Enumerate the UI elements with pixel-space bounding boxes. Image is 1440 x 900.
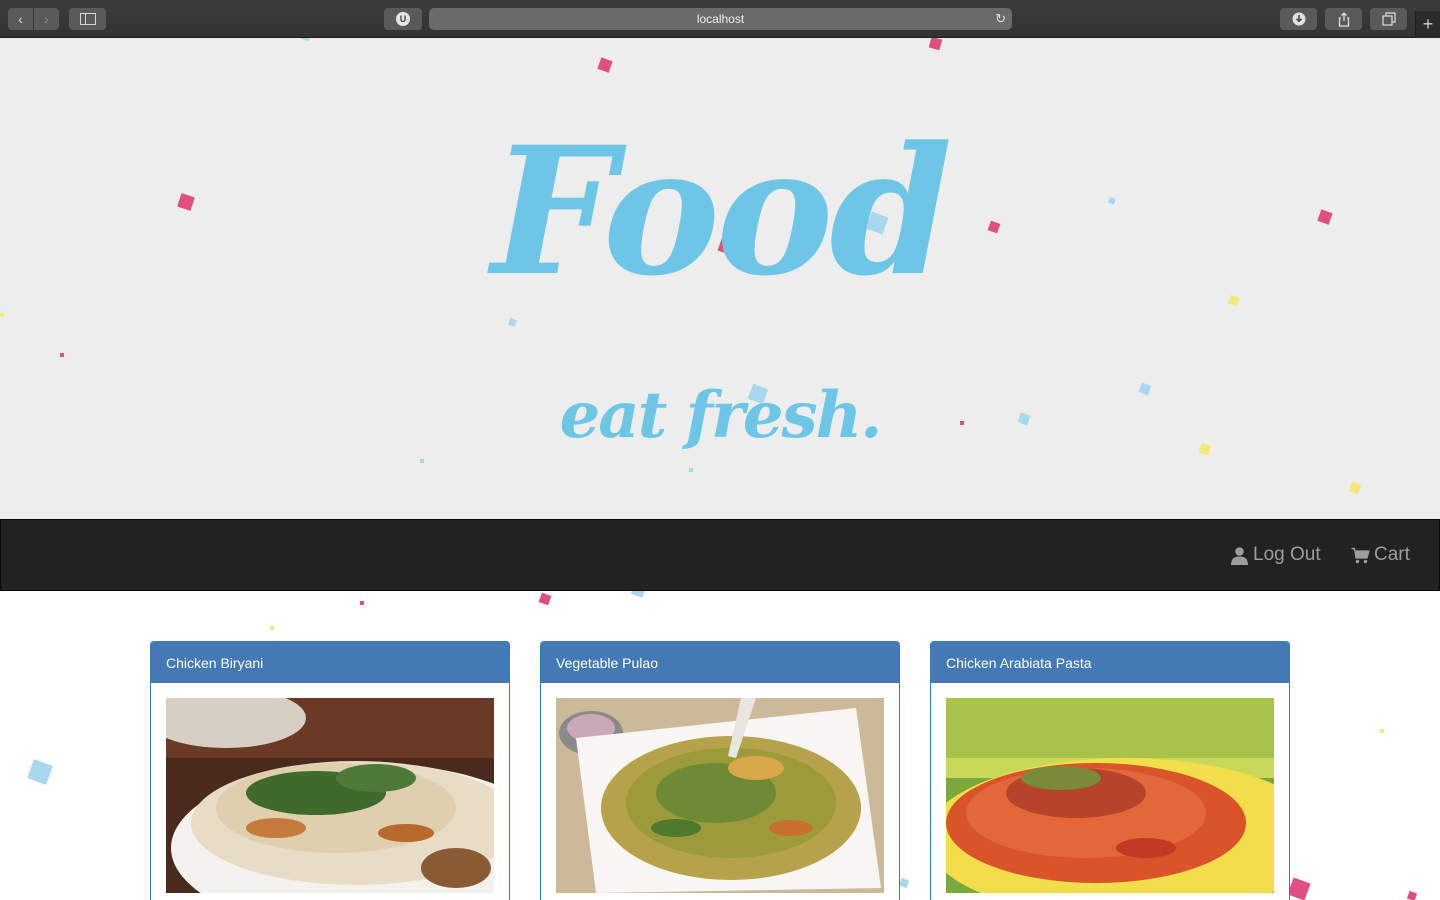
confetti-piece <box>360 601 364 605</box>
url-text: localhost <box>696 12 745 26</box>
confetti-piece <box>27 759 53 785</box>
product-card[interactable]: Chicken Arabiata Pasta <box>930 641 1290 900</box>
hero-title: Food <box>491 108 952 315</box>
plus-icon: + <box>1422 14 1434 34</box>
confetti-piece <box>597 57 613 73</box>
confetti-piece <box>928 38 943 51</box>
extension-badge: U <box>396 12 410 26</box>
product-name: Chicken Arabiata Pasta <box>946 654 1092 671</box>
share-icon <box>1338 11 1349 27</box>
confetti-piece <box>1380 729 1384 733</box>
confetti-piece <box>0 313 4 317</box>
browser-toolbar: ‹ › U localhost ↻ + <box>0 0 1440 38</box>
extension-button[interactable]: U <box>384 8 422 30</box>
chevron-left-icon: ‹ <box>18 11 23 27</box>
logout-label: Log Out <box>1253 544 1321 565</box>
confetti-piece <box>538 592 552 606</box>
confetti-piece <box>60 353 64 357</box>
hero-banner: Food eat fresh. <box>0 38 1440 519</box>
product-image[interactable] <box>556 698 884 893</box>
confetti-piece <box>898 877 910 889</box>
product-image[interactable] <box>166 698 494 893</box>
product-name: Chicken Biryani <box>166 654 264 671</box>
chevron-right-icon: › <box>44 11 49 27</box>
cart-link[interactable]: Cart <box>1351 544 1410 566</box>
new-tab-button[interactable]: + <box>1415 11 1440 38</box>
downloads-button[interactable] <box>1280 8 1317 30</box>
product-grid: Chicken Biryani Vegetable Pulao Chicken … <box>0 591 1440 900</box>
reload-icon[interactable]: ↻ <box>995 11 1006 27</box>
cart-icon <box>1351 547 1370 563</box>
confetti-piece <box>1287 877 1311 900</box>
confetti-piece <box>270 626 274 630</box>
tab-overview-button[interactable] <box>1370 8 1407 30</box>
share-button[interactable] <box>1325 8 1362 30</box>
download-icon <box>1292 12 1305 26</box>
product-card[interactable]: Vegetable Pulao <box>540 641 900 900</box>
product-image[interactable] <box>946 698 1274 893</box>
confetti-piece <box>1406 890 1418 900</box>
hero-subtitle: eat fresh. <box>559 378 883 453</box>
product-card-header: Chicken Arabiata Pasta <box>931 642 1289 683</box>
sidebar-toggle-button[interactable] <box>69 8 106 30</box>
confetti-piece <box>1348 481 1362 495</box>
product-name: Vegetable Pulao <box>556 654 658 671</box>
product-card-header: Chicken Biryani <box>151 642 509 683</box>
product-card-header: Vegetable Pulao <box>541 642 899 683</box>
confetti-piece <box>420 459 424 463</box>
product-card[interactable]: Chicken Biryani <box>150 641 510 900</box>
tabs-icon <box>1381 12 1396 26</box>
cart-label: Cart <box>1374 544 1410 565</box>
forward-button[interactable]: › <box>34 8 59 30</box>
top-navbar: Log Out Cart <box>0 519 1440 591</box>
confetti-piece <box>689 468 693 472</box>
address-bar[interactable]: localhost ↻ <box>429 8 1012 30</box>
back-button[interactable]: ‹ <box>8 8 33 30</box>
logout-link[interactable]: Log Out <box>1230 544 1321 566</box>
confetti-piece <box>508 318 517 327</box>
confetti-piece <box>299 38 311 42</box>
user-icon <box>1231 546 1248 565</box>
sidebar-icon <box>79 13 96 25</box>
confetti-piece <box>630 591 646 598</box>
